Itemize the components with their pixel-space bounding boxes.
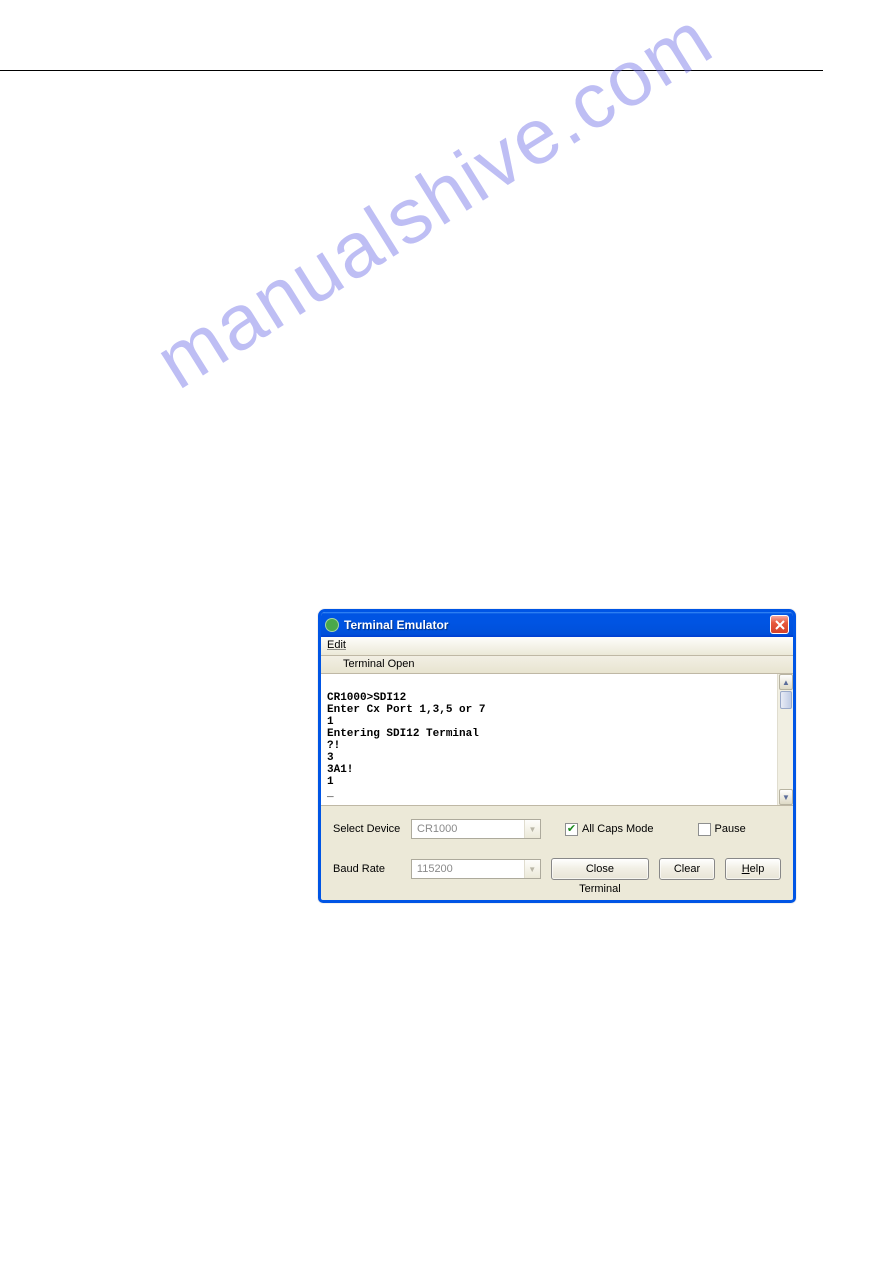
close-icon[interactable]	[770, 615, 789, 634]
controls-panel: Select Device CR1000 ▼ ✔ All Caps Mode P…	[321, 806, 793, 882]
window-title: Terminal Emulator	[344, 618, 770, 632]
chevron-down-icon[interactable]: ▼	[524, 860, 540, 878]
scroll-down-icon[interactable]: ▼	[779, 789, 793, 805]
vertical-scrollbar[interactable]: ▲ ▼	[777, 674, 793, 805]
help-rest: elp	[750, 863, 765, 875]
help-button[interactable]: Help	[725, 858, 781, 880]
watermark-text: manualshive.com	[140, 0, 728, 407]
terminal-emulator-window: Terminal Emulator Edit Terminal Open CR1…	[318, 609, 796, 903]
pause-label: Pause	[715, 823, 746, 835]
all-caps-checkbox[interactable]: ✔ All Caps Mode	[565, 823, 654, 836]
baud-rate-combo[interactable]: 115200 ▼	[411, 859, 541, 879]
pause-checkbox[interactable]: Pause	[698, 823, 746, 836]
baud-rate-value: 115200	[412, 863, 524, 875]
terminal-output-area: CR1000>SDI12 Enter Cx Port 1,3,5 or 7 1 …	[321, 674, 793, 806]
scroll-up-icon[interactable]: ▲	[779, 674, 793, 690]
status-text: Terminal Open	[343, 658, 415, 670]
menubar: Edit	[321, 637, 793, 656]
select-device-label: Select Device	[333, 823, 411, 835]
all-caps-label: All Caps Mode	[582, 823, 654, 835]
button-group: Close Terminal Clear Help	[541, 858, 781, 880]
checkbox-box-unchecked[interactable]	[698, 823, 711, 836]
select-device-combo[interactable]: CR1000 ▼	[411, 819, 541, 839]
row-baud: Baud Rate 115200 ▼ Close Terminal Clear …	[333, 856, 781, 882]
close-terminal-button[interactable]: Close Terminal	[551, 858, 649, 880]
horizontal-rule	[0, 70, 823, 71]
checkbox-box-checked[interactable]: ✔	[565, 823, 578, 836]
terminal-output[interactable]: CR1000>SDI12 Enter Cx Port 1,3,5 or 7 1 …	[321, 674, 777, 805]
row-device: Select Device CR1000 ▼ ✔ All Caps Mode P…	[333, 816, 781, 842]
menu-edit[interactable]: Edit	[327, 639, 346, 651]
app-icon	[325, 618, 339, 632]
baud-rate-label: Baud Rate	[333, 863, 411, 875]
clear-button[interactable]: Clear	[659, 858, 715, 880]
chevron-down-icon[interactable]: ▼	[524, 820, 540, 838]
select-device-value: CR1000	[412, 823, 524, 835]
scroll-thumb[interactable]	[780, 691, 792, 709]
status-bar: Terminal Open	[321, 656, 793, 674]
titlebar[interactable]: Terminal Emulator	[321, 612, 793, 637]
help-underline: H	[742, 863, 750, 875]
